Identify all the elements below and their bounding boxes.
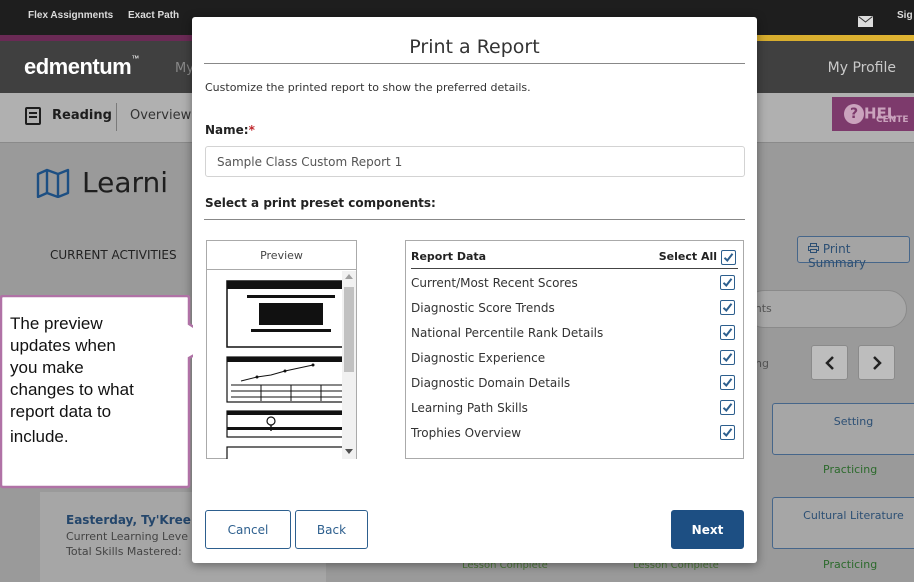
- name-label: Name:*: [205, 123, 255, 137]
- report-data-item-checkbox[interactable]: [720, 400, 735, 415]
- divider: [116, 103, 117, 131]
- status-practicing: Practicing: [823, 558, 878, 571]
- report-data-item-checkbox[interactable]: [720, 375, 735, 390]
- mail-icon[interactable]: [858, 12, 873, 31]
- preview-header: Preview: [207, 241, 356, 270]
- check-icon: [722, 428, 733, 437]
- activity-card-cultural-literature[interactable]: Cultural Literature: [772, 497, 914, 549]
- preview-panel: Preview: [206, 240, 357, 459]
- callout-text-line: report data to: [10, 402, 112, 421]
- report-data-item-label: Current/Most Recent Scores: [411, 276, 578, 290]
- report-data-item-checkbox[interactable]: [720, 425, 735, 440]
- report-data-header: Report Data Select All: [411, 246, 738, 269]
- report-data-item-label: Diagnostic Domain Details: [411, 376, 571, 390]
- tooltip-callout: The preview updates when you make changes t…: [0, 294, 220, 490]
- preview-page-4: [226, 446, 356, 459]
- current-activities-tab[interactable]: CURRENT ACTIVITIES: [50, 248, 177, 262]
- reading-label[interactable]: Reading: [52, 108, 112, 123]
- check-icon: [722, 328, 733, 337]
- report-name-input[interactable]: [205, 146, 745, 177]
- report-data-item[interactable]: Diagnostic Score Trends: [411, 297, 738, 322]
- help-center-sublabel: CENTE: [876, 115, 909, 125]
- callout-text-line: changes to what: [10, 380, 134, 399]
- check-icon: [722, 403, 733, 412]
- preview-page-2: [226, 356, 356, 403]
- status-practicing: Practicing: [823, 463, 878, 476]
- map-icon: [36, 168, 70, 199]
- chevron-left-icon: [825, 356, 834, 370]
- student-skills: Total Skills Mastered:: [66, 545, 182, 558]
- report-data-item-label: Diagnostic Score Trends: [411, 301, 555, 315]
- report-data-item-checkbox[interactable]: [720, 325, 735, 340]
- flex-assignments-link[interactable]: Flex Assignments: [28, 10, 113, 21]
- report-data-panel: Report Data Select All Current/Most Rece…: [405, 240, 744, 459]
- print-report-modal: Print a Report Customize the printed rep…: [192, 17, 757, 563]
- preset-label: Select a print preset components:: [205, 196, 436, 210]
- page-title: Learni: [82, 166, 169, 199]
- callout-text-line: include.: [10, 427, 69, 446]
- report-data-item-label: Learning Path Skills: [411, 401, 528, 415]
- prev-button[interactable]: [811, 345, 848, 380]
- required-asterisk: *: [248, 123, 255, 137]
- modal-description: Customize the printed report to show the…: [205, 81, 531, 94]
- edmentum-logo[interactable]: edmentum™: [24, 54, 139, 80]
- divider: [204, 219, 745, 220]
- callout-text-line: you make: [10, 358, 84, 377]
- my-profile-link[interactable]: My Profile: [828, 60, 896, 76]
- student-level: Current Learning Leve: [66, 530, 189, 543]
- scroll-down-icon[interactable]: [345, 449, 353, 454]
- preview-thumbnails[interactable]: [207, 271, 356, 459]
- divider: [204, 63, 745, 64]
- check-icon: [722, 303, 733, 312]
- report-data-item[interactable]: Diagnostic Domain Details: [411, 372, 738, 397]
- print-summary-button[interactable]: Print Summary: [797, 236, 910, 270]
- report-data-item[interactable]: Diagnostic Experience: [411, 347, 738, 372]
- report-data-item-checkbox[interactable]: [720, 350, 735, 365]
- scroll-thumb[interactable]: [344, 287, 354, 372]
- printer-icon: [808, 242, 823, 256]
- check-icon: [722, 353, 733, 362]
- cancel-button[interactable]: Cancel: [205, 510, 291, 549]
- report-data-item-checkbox[interactable]: [720, 300, 735, 315]
- scroll-up-icon[interactable]: [345, 274, 353, 279]
- next-button[interactable]: Next: [671, 510, 744, 549]
- check-icon: [722, 378, 733, 387]
- preview-scrollbar[interactable]: [342, 271, 356, 459]
- report-data-item-label: Trophies Overview: [411, 426, 522, 440]
- select-all-label[interactable]: Select All: [659, 250, 717, 263]
- check-icon: [723, 253, 734, 262]
- callout-text-line: The preview: [10, 314, 103, 333]
- overview-tab[interactable]: Overview: [130, 108, 191, 123]
- sign-out-link[interactable]: Sig: [897, 10, 913, 21]
- report-data-item[interactable]: Current/Most Recent Scores: [411, 272, 738, 297]
- student-name[interactable]: Easterday, Ty'Kree: [66, 513, 191, 527]
- help-center-button[interactable]: ? HEL CENTE: [832, 97, 914, 131]
- report-data-title: Report Data: [411, 250, 487, 263]
- check-icon: [722, 278, 733, 287]
- question-icon: ?: [844, 104, 864, 124]
- chevron-right-icon: [873, 356, 882, 370]
- select-all-checkbox[interactable]: [721, 250, 736, 265]
- report-data-item-label: National Percentile Rank Details: [411, 326, 604, 340]
- callout-text-line: updates when: [10, 336, 116, 355]
- back-button[interactable]: Back: [295, 510, 368, 549]
- modal-title: Print a Report: [409, 36, 540, 58]
- filter-pill[interactable]: ents: [745, 290, 907, 328]
- report-data-item-label: Diagnostic Experience: [411, 351, 546, 365]
- book-icon: [25, 107, 41, 125]
- report-data-item[interactable]: National Percentile Rank Details: [411, 322, 738, 347]
- exact-path-link[interactable]: Exact Path: [128, 10, 179, 21]
- report-data-item-checkbox[interactable]: [720, 275, 735, 290]
- report-data-item[interactable]: Learning Path Skills: [411, 397, 738, 422]
- next-arrow-button[interactable]: [858, 345, 895, 380]
- report-data-item[interactable]: Trophies Overview: [411, 422, 738, 447]
- activity-card-setting[interactable]: Setting: [772, 403, 914, 455]
